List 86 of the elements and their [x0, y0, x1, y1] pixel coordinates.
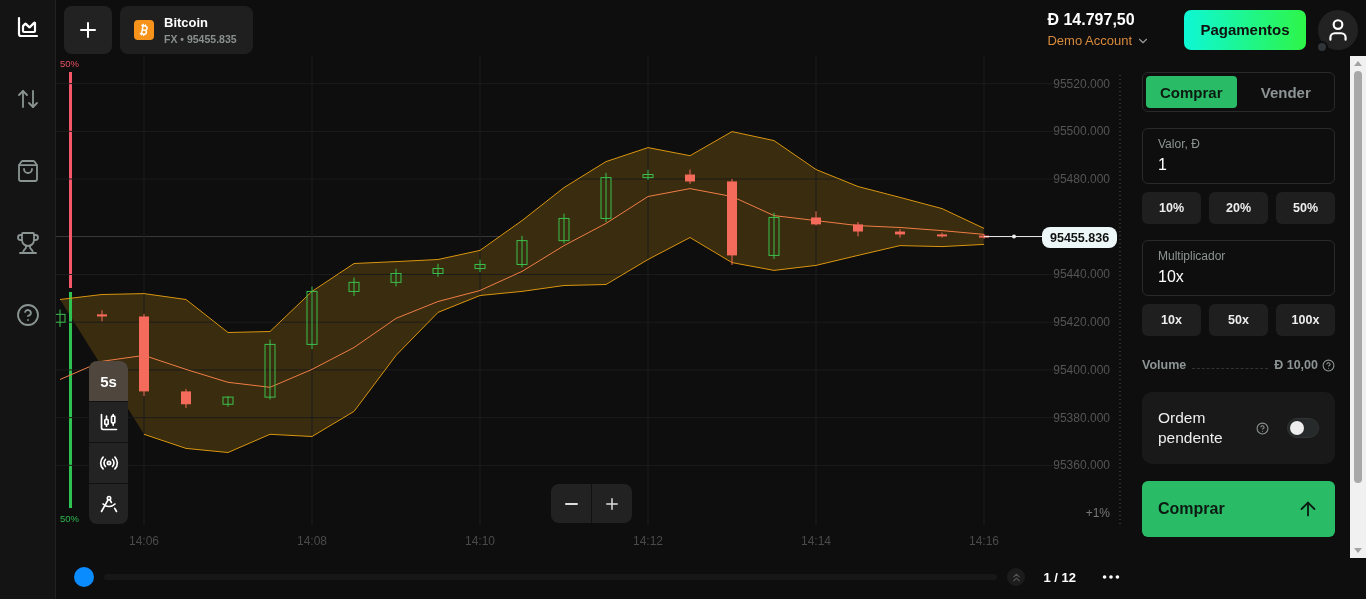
bag-icon[interactable]	[15, 159, 40, 183]
asset-detail: FX • 95455.835	[164, 32, 237, 45]
candle	[181, 388, 191, 409]
candle	[685, 169, 695, 185]
multiplier-preset-button[interactable]: 100x	[1276, 304, 1335, 336]
candle	[516, 235, 528, 268]
volume-value: Đ 10,00	[1274, 358, 1318, 372]
multiplier-preset-button[interactable]: 10x	[1142, 304, 1201, 336]
help-icon[interactable]	[15, 303, 40, 327]
candle	[222, 395, 234, 408]
buy-percent-label: 50%	[60, 513, 79, 524]
payments-button[interactable]: Pagamentos	[1184, 9, 1306, 50]
broadcast-icon	[98, 453, 119, 473]
amount-preset-button[interactable]: 20%	[1209, 192, 1268, 224]
multiplier-field[interactable]: Multiplicador 10x	[1142, 240, 1335, 296]
timeframe-button[interactable]: 5s	[89, 361, 128, 401]
candlestick-icon	[98, 412, 119, 432]
candle	[348, 277, 360, 297]
amount-preset-button[interactable]: 50%	[1276, 192, 1335, 224]
balance: Đ 14.797,50	[1047, 11, 1136, 29]
trade-tab[interactable]: Comprar	[1146, 76, 1237, 108]
compass-icon	[98, 494, 119, 514]
trophy-icon[interactable]	[15, 231, 40, 255]
amount-preset-button[interactable]: 10%	[1142, 192, 1201, 224]
trade-tab[interactable]: Vender	[1240, 76, 1331, 108]
candlestick-button[interactable]	[89, 402, 128, 442]
multiplier-input[interactable]: 10x	[1158, 268, 1319, 286]
percent-axis-label: +1%	[1085, 506, 1110, 520]
current-price-label: 95455.836	[1042, 227, 1118, 248]
candle	[895, 228, 905, 238]
candle	[97, 309, 107, 322]
help-icon[interactable]	[1322, 358, 1335, 372]
help-icon[interactable]	[1256, 421, 1269, 435]
candle	[600, 172, 612, 223]
price-axis-label: 95480.000	[1053, 172, 1110, 187]
candle	[979, 233, 989, 240]
timeline-handle[interactable]	[74, 567, 94, 587]
asset-name: Bitcoin	[164, 14, 210, 30]
price-axis-label: 95520.000	[1053, 76, 1110, 91]
buy-button[interactable]: Comprar	[1142, 481, 1335, 537]
amount-input[interactable]: 1	[1158, 156, 1319, 174]
candle	[264, 339, 276, 400]
candle	[937, 232, 947, 238]
candle	[558, 213, 570, 244]
account-selector[interactable]: Demo Account	[1047, 33, 1150, 48]
minus-icon	[564, 502, 578, 505]
page-indicator: 1 / 12	[1043, 569, 1076, 585]
price-axis-label: 95360.000	[1053, 458, 1110, 473]
price-axis-label: 95500.000	[1053, 124, 1110, 139]
time-axis-label: 14:10	[465, 534, 495, 548]
time-axis-label: 14:08	[297, 534, 327, 548]
bitcoin-icon	[134, 19, 154, 40]
price-axis-label: 95380.000	[1053, 410, 1110, 425]
drawing-tools-button[interactable]	[89, 484, 128, 524]
arrows-up-down-icon[interactable]	[15, 87, 40, 111]
field-label: Valor, Đ	[1158, 137, 1201, 151]
avatar[interactable]	[1318, 9, 1358, 50]
volume-label: Volume	[1142, 358, 1187, 372]
time-axis-label: 14:06	[129, 534, 159, 548]
candle	[811, 210, 821, 227]
multiplier-preset-button[interactable]: 50x	[1209, 304, 1268, 336]
pending-order-toggle[interactable]	[1287, 418, 1319, 438]
field-label: Multiplicador	[1158, 249, 1227, 263]
asset-card[interactable]: Bitcoin FX • 95455.835	[120, 5, 253, 54]
scrollbar[interactable]	[1350, 56, 1366, 558]
pending-order-label: Ordem pendente	[1158, 407, 1224, 448]
candle	[853, 221, 863, 237]
amount-field[interactable]: Valor, Đ 1	[1142, 128, 1335, 184]
candle	[474, 259, 486, 273]
price-axis-label: 95440.000	[1053, 267, 1110, 282]
time-axis-label: 14:14	[801, 534, 831, 548]
candle	[56, 309, 66, 328]
chart-icon[interactable]	[15, 15, 40, 39]
time-axis-label: 14:12	[633, 534, 663, 548]
candle	[390, 268, 402, 287]
price-axis-label: 95400.000	[1053, 362, 1110, 377]
time-axis-label: 14:16	[969, 534, 999, 548]
signal-button[interactable]	[89, 443, 128, 483]
candle	[306, 286, 318, 350]
sell-percent-label: 50%	[60, 58, 79, 69]
candle	[642, 169, 654, 181]
add-button[interactable]	[64, 5, 112, 54]
candle	[768, 212, 780, 260]
price-axis-label: 95420.000	[1053, 315, 1110, 330]
candle	[432, 263, 444, 278]
zoom-in-button[interactable]	[592, 484, 632, 523]
